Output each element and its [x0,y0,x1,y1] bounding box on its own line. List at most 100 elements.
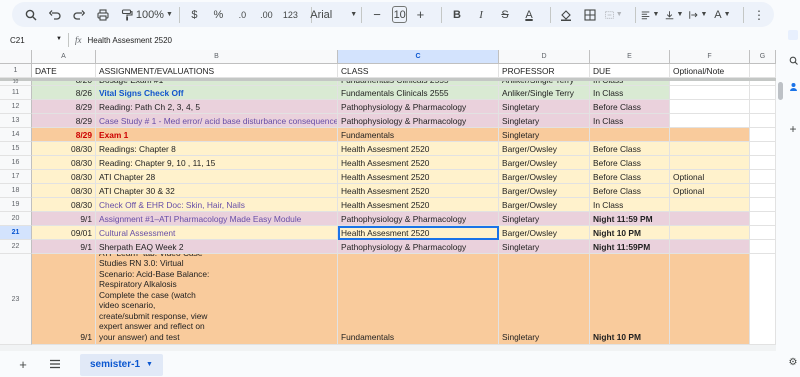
decrease-decimal-button[interactable]: .0 [233,5,251,25]
zoom-select[interactable]: 100% ▼ [136,5,173,25]
settings-icon[interactable]: ⚙ [788,358,798,368]
note-cell[interactable] [670,156,750,170]
empty-cell[interactable] [750,86,776,100]
class-cell[interactable]: Pathophysiology & Pharmacology [338,212,499,226]
italic-button[interactable]: I [472,5,490,25]
due-cell[interactable]: Before Class [590,170,670,184]
note-cell[interactable] [670,226,750,240]
contacts-icon[interactable] [788,82,798,92]
date-cell[interactable]: 08/30 [32,198,96,212]
note-cell[interactable] [670,86,750,100]
due-cell[interactable] [590,128,670,142]
class-cell[interactable]: Pathophysiology & Pharmacology [338,114,499,128]
font-size-decrease-button[interactable]: − [368,5,386,25]
class-cell[interactable]: Pathophysiology & Pharmacology [338,240,499,254]
calendar-icon[interactable] [788,30,798,40]
empty-cell[interactable] [750,100,776,114]
note-cell[interactable] [670,198,750,212]
row-header[interactable]: 12 [0,100,32,114]
note-cell[interactable] [670,254,750,345]
column-header-g[interactable]: G [750,50,776,64]
note-cell[interactable] [670,142,750,156]
assignment-cell[interactable]: Check Off & EHR Doc: Skin, Hair, Nails [96,198,338,212]
percent-button[interactable]: % [209,5,227,25]
row-header[interactable]: 14 [0,128,32,142]
date-cell[interactable]: 08/30 [32,184,96,198]
paint-format-icon[interactable] [118,5,136,25]
date-cell[interactable]: 8/29 [32,114,96,128]
bold-button[interactable]: B [448,5,466,25]
date-cell[interactable]: 08/30 [32,142,96,156]
row-header[interactable]: 16 [0,156,32,170]
column-header-d[interactable]: D [499,50,590,64]
column-header-c[interactable]: C [338,50,499,64]
add-addon-icon[interactable]: + [788,123,798,135]
row-header[interactable]: 22 [0,240,32,254]
due-cell[interactable]: Before Class [590,142,670,156]
text-wrap-icon[interactable]: ▼ [689,5,707,25]
all-sheets-menu-icon[interactable] [46,357,64,372]
note-cell[interactable] [670,114,750,128]
due-cell[interactable]: In Class [590,86,670,100]
row-header[interactable]: 15 [0,142,32,156]
due-cell[interactable]: In Class [590,198,670,212]
empty-cell[interactable] [750,212,776,226]
search-icon[interactable] [788,56,798,66]
row-header[interactable]: 1 [0,64,32,78]
class-cell[interactable]: Health Assesment 2520 [338,142,499,156]
header-cell-due[interactable]: DUE [590,64,670,78]
row-header[interactable]: 18 [0,184,32,198]
date-cell[interactable]: 9/1 [32,254,96,345]
empty-cell[interactable] [750,226,776,240]
select-all-corner[interactable] [0,50,32,64]
professor-cell[interactable]: Barger/Owsley [499,142,590,156]
due-cell[interactable]: Before Class [590,156,670,170]
date-cell[interactable]: 9/1 [32,212,96,226]
assignment-cell[interactable]: Vital Signs Check Off [96,86,338,100]
font-size-increase-button[interactable]: + [411,5,429,25]
class-cell-selected[interactable]: Health Assesment 2520 [338,226,499,240]
professor-cell[interactable]: Barger/Owsley [499,198,590,212]
strikethrough-button[interactable]: S [496,5,514,25]
professor-cell[interactable]: Singletary [499,240,590,254]
increase-decimal-button[interactable]: .00 [257,5,275,25]
date-cell[interactable]: 8/29 [32,128,96,142]
formula-input[interactable]: Health Assesment 2520 [88,36,173,45]
class-cell[interactable]: Pathophysiology & Pharmacology [338,100,499,114]
class-cell[interactable]: Fundamentals [338,254,499,345]
row-header[interactable]: 11 [0,86,32,100]
class-cell[interactable]: Health Assesment 2520 [338,170,499,184]
date-cell[interactable]: 8/29 [32,100,96,114]
due-cell[interactable]: Night 10 PM [590,254,670,345]
professor-cell[interactable]: Singletary [499,100,590,114]
professor-cell[interactable]: Singletary [499,114,590,128]
vertical-scrollbar[interactable] [776,64,784,345]
fill-color-icon[interactable] [557,5,575,25]
more-options-icon[interactable]: ⋮ [750,5,768,25]
professor-cell[interactable]: Barger/Owsley [499,184,590,198]
font-size-input[interactable]: 10 [392,6,408,23]
class-cell[interactable]: Health Assesment 2520 [338,198,499,212]
add-sheet-icon[interactable]: + [14,357,32,372]
column-header-e[interactable]: E [590,50,670,64]
currency-button[interactable]: $ [185,5,203,25]
professor-cell[interactable]: Barger/Owsley [499,170,590,184]
due-cell[interactable]: Before Class [590,100,670,114]
assignment-cell[interactable]: Assignment #1–ATI Pharmacology Made Easy… [96,212,338,226]
empty-cell[interactable] [750,240,776,254]
professor-cell[interactable]: Barger/Owsley [499,156,590,170]
class-cell[interactable]: Health Assesment 2520 [338,184,499,198]
date-cell[interactable]: 08/30 [32,170,96,184]
due-cell[interactable]: Night 10 PM [590,226,670,240]
date-cell[interactable]: 8/26 [32,86,96,100]
column-header-a[interactable]: A [32,50,96,64]
print-icon[interactable] [94,5,112,25]
undo-icon[interactable] [46,5,64,25]
due-cell[interactable]: In Class [590,114,670,128]
note-cell[interactable] [670,100,750,114]
empty-cell[interactable] [750,142,776,156]
column-header-b[interactable]: B [96,50,338,64]
horizontal-align-icon[interactable]: ▼ [641,5,659,25]
professor-cell[interactable]: Singletary [499,212,590,226]
due-cell[interactable]: Night 11:59 PM [590,212,670,226]
